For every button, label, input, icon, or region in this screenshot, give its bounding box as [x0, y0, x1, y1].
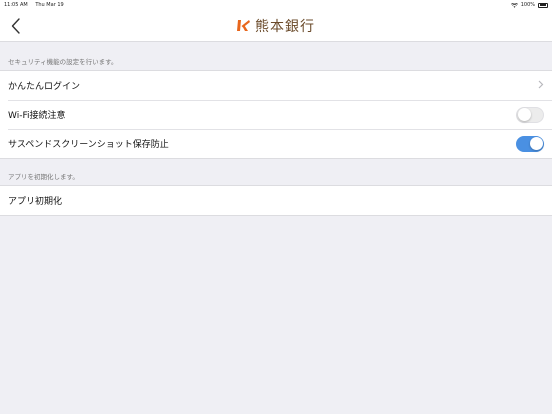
row-label: Wi-Fi接続注意	[8, 111, 66, 121]
row-app-reset[interactable]: アプリ初期化	[0, 186, 552, 215]
screenshot-prevention-toggle[interactable]	[516, 135, 544, 152]
row-easy-login[interactable]: かんたんログイン	[0, 71, 552, 100]
status-right: 100%	[510, 2, 548, 8]
settings-group-security: かんたんログイン Wi-Fi接続注意 サスペンドスクリーンショット保存防止	[0, 70, 552, 159]
toggle-knob	[529, 137, 543, 150]
row-screenshot-prevention: サスペンドスクリーンショット保存防止	[0, 129, 552, 158]
chevron-right-icon	[538, 80, 544, 92]
status-left: 11:05 AM Thu Mar 19	[4, 2, 70, 8]
status-bar: 11:05 AM Thu Mar 19 100%	[0, 0, 552, 10]
battery-icon	[538, 2, 548, 8]
status-date: Thu Mar 19	[35, 2, 64, 8]
section-header-reset: アプリを初期化します。	[8, 173, 79, 181]
status-time: 11:05 AM	[4, 2, 28, 8]
brand: 熊本銀行	[237, 16, 315, 36]
row-label: サスペンドスクリーンショット保存防止	[8, 140, 169, 150]
navigation-bar: 熊本銀行	[0, 10, 552, 42]
brand-name: 熊本銀行	[255, 18, 315, 35]
back-button[interactable]	[8, 18, 24, 34]
row-wifi-caution: Wi-Fi接続注意	[0, 100, 552, 129]
row-label: アプリ初期化	[8, 197, 63, 207]
bank-logo-icon	[237, 20, 250, 31]
wifi-icon	[510, 2, 518, 8]
section-header-security: セキュリティ機能の設定を行います。	[8, 58, 118, 66]
battery-percent: 100%	[520, 2, 535, 8]
settings-group-reset: アプリ初期化	[0, 185, 552, 216]
chevron-left-icon	[11, 18, 20, 34]
row-label: かんたんログイン	[8, 82, 81, 92]
toggle-knob	[517, 108, 531, 121]
wifi-caution-toggle[interactable]	[516, 106, 544, 123]
